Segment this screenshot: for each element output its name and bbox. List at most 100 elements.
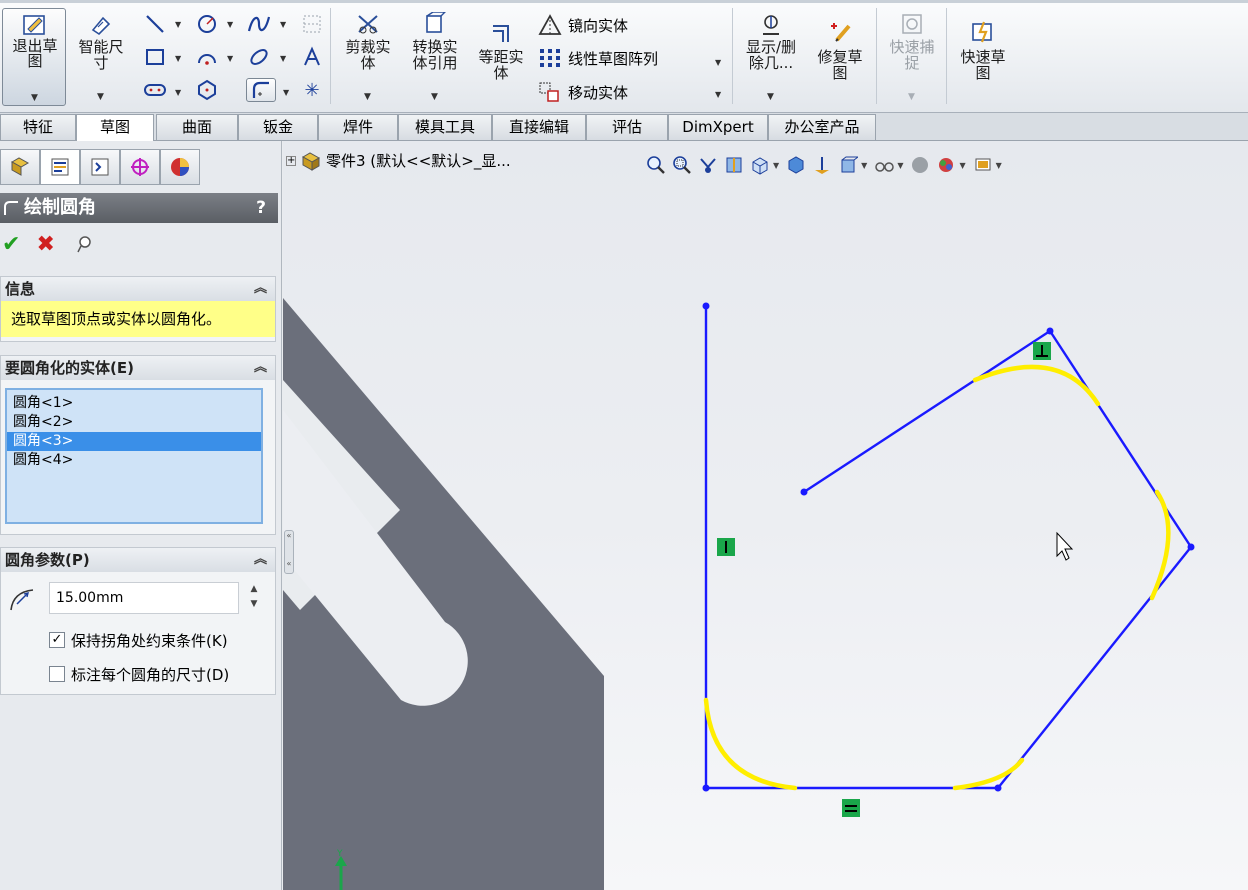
arc-tool[interactable] — [194, 45, 220, 69]
chevron-down-icon[interactable]: ▼ — [227, 20, 233, 29]
tab-sheet-metal[interactable]: 钣金 — [238, 114, 318, 140]
dimxpert-manager-tab[interactable] — [120, 149, 160, 185]
list-item[interactable]: 圆角<2> — [7, 413, 261, 432]
chevron-down-icon[interactable]: ▼ — [97, 92, 104, 102]
chevron-down-icon[interactable]: ▼ — [996, 161, 1002, 170]
trim-entities-button[interactable]: 剪裁实 体 ▼ — [336, 8, 400, 106]
text-tool[interactable] — [299, 45, 325, 69]
chevron-down-icon[interactable]: ▼ — [715, 58, 721, 67]
graphics-area[interactable]: Y — [283, 141, 1248, 890]
chevron-down-icon[interactable]: ▼ — [767, 92, 774, 102]
tab-weldments[interactable]: 焊件 — [318, 114, 398, 140]
appearance-sphere-icon[interactable] — [907, 152, 933, 178]
section-view-icon[interactable] — [721, 152, 747, 178]
expand-icon[interactable]: + — [286, 155, 296, 166]
chevron-down-icon[interactable]: ▼ — [280, 54, 286, 63]
rectangle-tool[interactable] — [142, 45, 168, 69]
convert-entities-button[interactable]: 转换实 体引用 ▼ — [402, 8, 468, 106]
chevron-down-icon[interactable]: ▼ — [861, 161, 867, 170]
zoom-to-area-icon[interactable] — [669, 152, 695, 178]
params-group-header[interactable]: 圆角参数(P) ︽ — [1, 548, 275, 572]
hide-show-items-icon[interactable] — [835, 152, 861, 178]
chevron-down-icon[interactable]: ▼ — [227, 54, 233, 63]
horizontal-relation-icon[interactable] — [842, 799, 860, 817]
radius-spinner[interactable]: ▲ ▼ — [245, 582, 263, 614]
sketch-points[interactable] — [702, 302, 1195, 792]
circle-tool[interactable] — [194, 12, 220, 36]
chevron-down-icon[interactable]: ▼ — [364, 92, 371, 102]
slot-tool[interactable] — [142, 78, 168, 102]
property-manager-tab[interactable] — [40, 149, 80, 185]
fillet-radius-input[interactable]: 15.00mm — [49, 582, 239, 614]
chevron-down-icon[interactable]: ▼ — [283, 88, 289, 97]
chevron-down-icon[interactable]: ▼ — [908, 92, 915, 102]
dimension-each-fillet-checkbox[interactable] — [49, 666, 65, 682]
sketch-geometry[interactable] — [704, 306, 1193, 790]
chevron-up-icon[interactable]: ︽ — [254, 277, 267, 301]
display-delete-relations-button[interactable]: 显示/删 除几... ▼ — [738, 8, 804, 106]
vertical-relation-icon[interactable] — [717, 538, 735, 556]
chevron-down-icon[interactable]: ▼ — [773, 161, 779, 170]
mirror-entities-button[interactable]: 镜向实体 — [538, 14, 628, 36]
point-tool[interactable]: ✳ — [299, 78, 325, 102]
normal-to-icon[interactable] — [809, 152, 835, 178]
chevron-down-icon[interactable]: ▼ — [175, 20, 181, 29]
chevron-down-icon[interactable]: ▼ — [175, 54, 181, 63]
chevron-down-icon[interactable]: ▼ — [280, 20, 286, 29]
move-entities-button[interactable]: 移动实体 — [538, 81, 628, 103]
tab-direct-editing[interactable]: 直接编辑 — [492, 114, 586, 140]
line-tool[interactable] — [142, 12, 168, 36]
tab-dimxpert[interactable]: DimXpert — [668, 114, 768, 140]
quick-snaps-button[interactable]: 快速捕 捉 ▼ — [880, 8, 944, 106]
chevron-down-icon[interactable]: ▼ — [897, 161, 903, 170]
configuration-manager-tab[interactable] — [80, 149, 120, 185]
chevron-up-icon[interactable]: ▲ — [245, 582, 263, 597]
chevron-up-icon[interactable]: ︽ — [254, 548, 267, 572]
ok-check-icon[interactable]: ✔ — [2, 232, 20, 257]
chevron-down-icon[interactable]: ▼ — [31, 93, 38, 103]
tab-surfaces[interactable]: 曲面 — [156, 114, 238, 140]
construction-grid-tool[interactable] — [299, 12, 325, 36]
linear-pattern-button[interactable]: 线性草图阵列 — [538, 47, 658, 69]
previous-view-icon[interactable] — [695, 152, 721, 178]
chevron-down-icon[interactable]: ▼ — [715, 90, 721, 99]
chevron-up-icon[interactable]: ︽ — [254, 356, 267, 380]
tab-evaluate[interactable]: 评估 — [586, 114, 668, 140]
sketch-fillet-tool[interactable] — [246, 78, 276, 102]
feature-manager-tab[interactable] — [0, 149, 40, 185]
perpendicular-relation-icon[interactable] — [1033, 342, 1051, 360]
rapid-sketch-button[interactable]: 快速草 图 — [950, 8, 1016, 106]
feature-tree-flyout[interactable]: + 零件3 (默认<<默认>_显... — [286, 150, 511, 171]
tab-features[interactable]: 特征 — [0, 114, 76, 140]
ellipse-tool[interactable] — [246, 45, 272, 69]
tab-office-products[interactable]: 办公室产品 — [768, 114, 876, 140]
fillet-entities-list[interactable]: 圆角<1> 圆角<2> 圆角<3> 圆角<4> — [5, 388, 263, 524]
keep-constraints-checkbox[interactable]: ✓ — [49, 632, 65, 648]
view-settings-icon[interactable] — [871, 152, 897, 178]
sketch-canvas[interactable]: Y — [283, 141, 1248, 890]
view-orientation-icon[interactable] — [747, 152, 773, 178]
tab-mold-tools[interactable]: 模具工具 — [398, 114, 492, 140]
pushpin-icon[interactable] — [75, 234, 95, 254]
panel-collapse-handle[interactable]: «« — [284, 530, 294, 574]
scene-icon[interactable] — [933, 152, 959, 178]
tab-sketch[interactable]: 草图 — [76, 114, 154, 142]
display-manager-tab[interactable] — [160, 149, 200, 185]
cancel-x-icon[interactable]: ✖ — [36, 232, 54, 257]
list-item-selected[interactable]: 圆角<3> — [7, 432, 261, 451]
repair-sketch-button[interactable]: 修复草 图 — [808, 8, 872, 106]
display-pane-icon[interactable] — [970, 152, 996, 178]
smart-dimension-button[interactable]: 智能尺 寸 ▼ — [70, 8, 132, 106]
polygon-tool[interactable] — [194, 78, 220, 102]
chevron-down-icon[interactable]: ▼ — [431, 92, 438, 102]
info-group-header[interactable]: 信息 ︽ — [1, 277, 275, 301]
zoom-to-fit-icon[interactable] — [643, 152, 669, 178]
chevron-down-icon[interactable]: ▼ — [959, 161, 965, 170]
help-button[interactable]: ? — [256, 193, 266, 223]
list-item[interactable]: 圆角<1> — [7, 394, 261, 413]
display-style-icon[interactable] — [783, 152, 809, 178]
offset-entities-button[interactable]: 等距实 体 — [470, 8, 532, 106]
list-item[interactable]: 圆角<4> — [7, 451, 261, 470]
chevron-down-icon[interactable]: ▼ — [245, 597, 263, 612]
exit-sketch-button[interactable]: 退出草图 ▼ — [2, 8, 66, 106]
